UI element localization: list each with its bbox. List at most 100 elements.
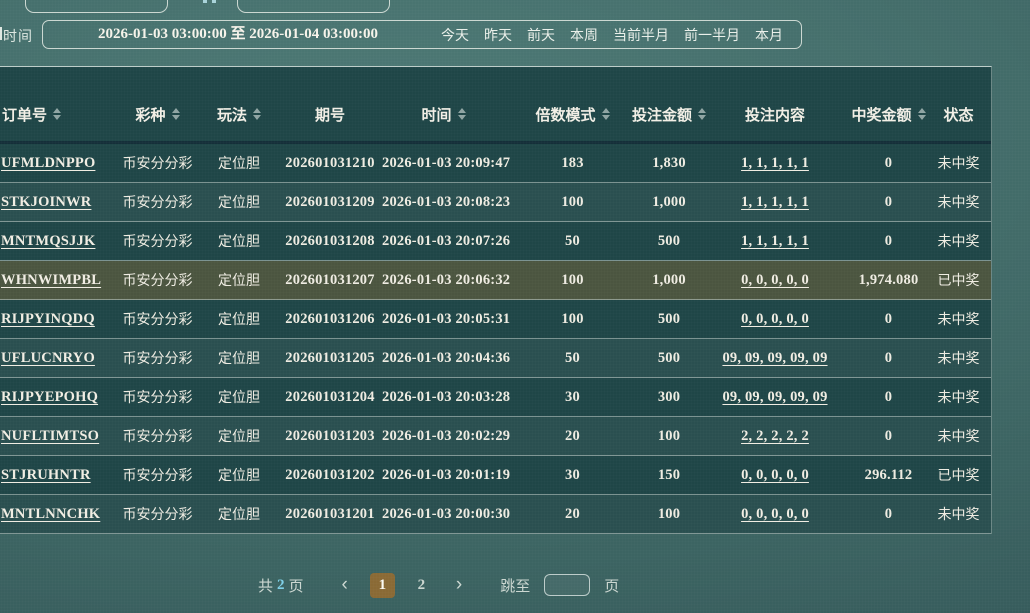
- column-header-6[interactable]: 投注金额: [640, 104, 698, 125]
- cell-period: 202601031209: [285, 194, 374, 210]
- page-number-button[interactable]: 2: [409, 573, 434, 598]
- cell-lottery: 币安分分彩: [123, 233, 193, 249]
- cell-play: 定位胆: [200, 348, 278, 368]
- cell-multiplier: 20: [565, 428, 580, 444]
- column-header-4[interactable]: 时间: [382, 104, 505, 125]
- bet-content-link[interactable]: 0, 0, 0, 0, 0: [741, 311, 809, 327]
- cell-multiplier: 50: [565, 350, 580, 366]
- date-range-input[interactable]: 2026-01-03 03:00:00 至 2026-01-04 03:00:0…: [43, 21, 433, 48]
- clipped-select-box[interactable]: [237, 0, 390, 13]
- column-header-7: 投注内容: [698, 104, 852, 125]
- cell-multiplier: 100: [561, 194, 583, 210]
- cell-bet_amount: 1,830: [652, 155, 686, 171]
- orders-table: 订单号彩种玩法期号时间倍数模式投注金额投注内容中奖金额状态 UFMLDNPPO币…: [0, 66, 992, 534]
- column-header-1[interactable]: 彩种: [115, 104, 200, 125]
- next-page-button[interactable]: ›: [448, 573, 470, 597]
- column-header-0[interactable]: 订单号: [0, 104, 115, 125]
- column-header-label: 订单号: [2, 104, 47, 125]
- cell-lottery: 币安分分彩: [115, 348, 200, 368]
- cell-lottery: 币安分分彩: [115, 387, 200, 407]
- order-number-link[interactable]: MNTMQSJJK: [1, 233, 95, 249]
- order-number-link[interactable]: RIJPYINQDQ: [1, 311, 95, 327]
- cell-multiplier: 100: [505, 272, 640, 289]
- prev-page-button[interactable]: ‹: [334, 573, 356, 597]
- cell-period: 202601031205: [285, 350, 374, 366]
- bet-content-cell: 0, 0, 0, 0, 0: [698, 506, 852, 523]
- cell-status: 未中奖: [938, 155, 980, 171]
- page-number-list: 12: [370, 573, 434, 598]
- sort-caret-icon: [458, 108, 466, 120]
- order-number-link[interactable]: NUFLTIMTSO: [1, 428, 99, 444]
- quick-filter-button[interactable]: 今天: [441, 25, 469, 45]
- cell-time: 2026-01-03 20:01:19: [382, 467, 510, 483]
- cell-period: 202601031204: [278, 389, 382, 406]
- quick-filter-buttons: 今天昨天前天本周当前半月前一半月本月: [441, 21, 783, 48]
- cell-period: 202601031201: [285, 506, 374, 522]
- order-number-link[interactable]: MNTLNNCHK: [1, 506, 100, 522]
- column-header-5[interactable]: 倍数模式: [505, 104, 640, 125]
- table-row: RIJPYEPOHQ币安分分彩定位胆2026010312042026-01-03…: [0, 378, 991, 417]
- bet-content-link[interactable]: 1, 1, 1, 1, 1: [741, 194, 809, 210]
- bet-content-link[interactable]: 0, 0, 0, 0, 0: [741, 272, 809, 288]
- quick-filter-button[interactable]: 前一半月: [684, 25, 740, 45]
- quick-filter-button[interactable]: 当前半月: [613, 25, 669, 45]
- cell-time: 2026-01-03 20:02:29: [382, 428, 505, 445]
- cell-multiplier: 30: [565, 389, 580, 405]
- cell-time: 2026-01-03 20:05:31: [382, 311, 510, 327]
- order-number-link[interactable]: STKJOINWR: [1, 194, 91, 210]
- bet-content-cell: 1, 1, 1, 1, 1: [698, 233, 852, 250]
- bet-content-link[interactable]: 2, 2, 2, 2, 2: [741, 428, 809, 444]
- order-number-link[interactable]: WHNWIMPBL: [1, 272, 101, 288]
- cell-period: 202601031203: [285, 428, 374, 444]
- order-number-cell: UFLUCNRYO: [0, 350, 115, 367]
- column-header-9: 状态: [925, 104, 992, 125]
- cell-multiplier: 20: [565, 506, 580, 522]
- bet-content-cell: 0, 0, 0, 0, 0: [698, 467, 852, 484]
- order-number-link[interactable]: STJRUHNTR: [1, 467, 91, 483]
- cell-play: 定位胆: [218, 233, 260, 249]
- bet-content-link[interactable]: 0, 0, 0, 0, 0: [741, 506, 809, 522]
- cell-play: 定位胆: [200, 270, 278, 290]
- bet-content-link[interactable]: 09, 09, 09, 09, 09: [722, 350, 827, 366]
- sort-caret-icon: [53, 108, 61, 120]
- cell-bet_amount: 500: [640, 311, 698, 328]
- cell-bet_amount: 500: [658, 311, 680, 327]
- cell-lottery: 币安分分彩: [115, 504, 200, 524]
- cell-win_amount: 1,974.080: [852, 272, 925, 289]
- column-header-label: 中奖金额: [852, 104, 912, 125]
- cell-bet_amount: 1,000: [640, 272, 698, 289]
- cell-period: 202601031210: [285, 155, 374, 171]
- jump-page-input[interactable]: [544, 574, 590, 596]
- page-number-button[interactable]: 1: [370, 573, 395, 598]
- bet-content-cell: 0, 0, 0, 0, 0: [698, 272, 852, 289]
- order-number-link[interactable]: UFMLDNPPO: [1, 155, 95, 171]
- quick-filter-button[interactable]: 本月: [755, 25, 783, 45]
- table-row: UFLUCNRYO币安分分彩定位胆2026010312052026-01-03 …: [0, 339, 991, 378]
- cell-status: 已中奖: [938, 467, 980, 483]
- order-number-cell: WHNWIMPBL: [0, 272, 115, 289]
- order-number-cell: MNTLNNCHK: [0, 506, 115, 523]
- cell-play: 定位胆: [200, 504, 278, 524]
- bet-content-link[interactable]: 1, 1, 1, 1, 1: [741, 155, 809, 171]
- order-number-link[interactable]: UFLUCNRYO: [1, 350, 95, 366]
- bet-content-link[interactable]: 1, 1, 1, 1, 1: [741, 233, 809, 249]
- table-row: RIJPYINQDQ币安分分彩定位胆2026010312062026-01-03…: [0, 300, 991, 339]
- table-body: UFMLDNPPO币安分分彩定位胆2026010312102026-01-03 …: [0, 144, 991, 534]
- cell-win_amount: 0: [852, 506, 925, 523]
- bet-content-link[interactable]: 09, 09, 09, 09, 09: [722, 389, 827, 405]
- column-header-8[interactable]: 中奖金额: [852, 104, 925, 125]
- clipped-select-box[interactable]: [25, 0, 168, 13]
- table-row: STJRUHNTR币安分分彩定位胆2026010312022026-01-03 …: [0, 456, 991, 495]
- cell-lottery: 币安分分彩: [123, 272, 193, 288]
- cell-period: 202601031204: [285, 389, 374, 405]
- cell-time: 2026-01-03 20:09:47: [382, 155, 505, 172]
- cell-multiplier: 100: [561, 311, 583, 327]
- quick-filter-button[interactable]: 前天: [527, 25, 555, 45]
- quick-filter-button[interactable]: 昨天: [484, 25, 512, 45]
- column-header-2[interactable]: 玩法: [200, 104, 278, 125]
- order-number-link[interactable]: RIJPYEPOHQ: [1, 389, 98, 405]
- quick-filter-button[interactable]: 本周: [570, 25, 598, 45]
- order-number-cell: STKJOINWR: [0, 194, 115, 211]
- bet-content-link[interactable]: 0, 0, 0, 0, 0: [741, 467, 809, 483]
- cell-time: 2026-01-03 20:06:32: [382, 272, 505, 289]
